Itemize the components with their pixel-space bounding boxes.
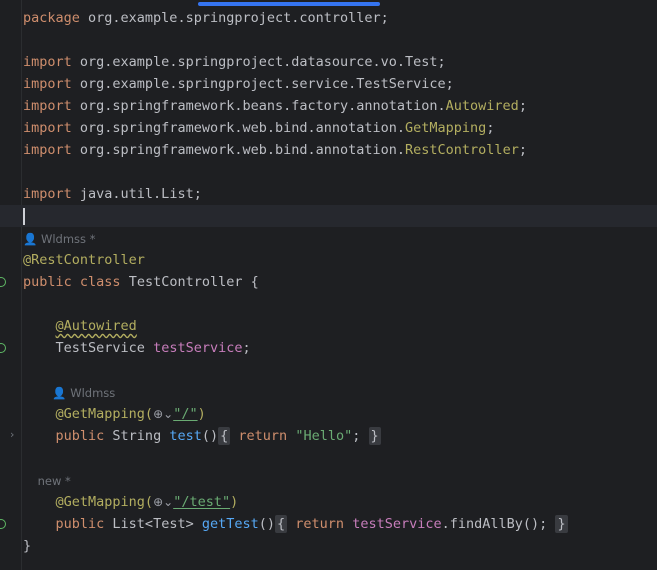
fold-chevron-icon[interactable]: › bbox=[10, 428, 14, 441]
endpoint-icon[interactable] bbox=[0, 519, 6, 529]
folded-body[interactable]: { bbox=[275, 515, 288, 533]
code-line-import: import org.springframework.web.bind.anno… bbox=[23, 142, 527, 158]
folded-body[interactable]: } bbox=[555, 515, 568, 533]
code-line-import: import org.springframework.web.bind.anno… bbox=[23, 120, 495, 136]
author-inlay-hint[interactable]: 👤 Wldmss * bbox=[23, 228, 657, 250]
author-inlay-hint[interactable]: 👤 Wldmss bbox=[23, 382, 657, 404]
code-editor[interactable]: package org.example.springproject.contro… bbox=[0, 0, 657, 570]
code-line-mapping: @GetMapping(⊕⌄"/") bbox=[23, 403, 657, 425]
code-line-class-annotation: @RestController bbox=[23, 252, 145, 268]
code-line-import: import org.example.springproject.datasou… bbox=[23, 54, 446, 70]
author-inlay-hint[interactable]: new * bbox=[23, 470, 657, 492]
code-line-method: public List<Test> getTest(){ return test… bbox=[55, 515, 568, 533]
code-line-field-annotation: @Autowired bbox=[55, 318, 137, 334]
code-line-import: import org.springframework.beans.factory… bbox=[23, 98, 527, 114]
code-line-mapping: @GetMapping(⊕⌄"/test") bbox=[23, 491, 657, 513]
code-line-import: import java.util.List; bbox=[23, 186, 202, 202]
code-line-import: import org.example.springproject.service… bbox=[23, 76, 454, 92]
text-caret bbox=[23, 207, 25, 225]
autowired-bean-icon[interactable] bbox=[0, 343, 6, 353]
code-line-class-end: } bbox=[23, 538, 32, 554]
code-line-class-declaration: public class TestController { bbox=[23, 274, 259, 290]
editor-gutter[interactable]: › bbox=[0, 0, 22, 570]
folded-body[interactable]: { bbox=[218, 427, 231, 445]
code-line-package: package org.example.springproject.contro… bbox=[23, 10, 389, 26]
code-line-field: TestService testService; bbox=[55, 340, 251, 356]
spring-bean-icon[interactable] bbox=[0, 277, 6, 287]
globe-icon[interactable]: ⊕⌄ bbox=[153, 491, 173, 513]
globe-icon[interactable]: ⊕⌄ bbox=[153, 403, 173, 425]
current-line[interactable] bbox=[0, 205, 657, 227]
code-line-method: public String test(){ return "Hello"; } bbox=[55, 427, 381, 445]
folded-body[interactable]: } bbox=[368, 427, 381, 445]
